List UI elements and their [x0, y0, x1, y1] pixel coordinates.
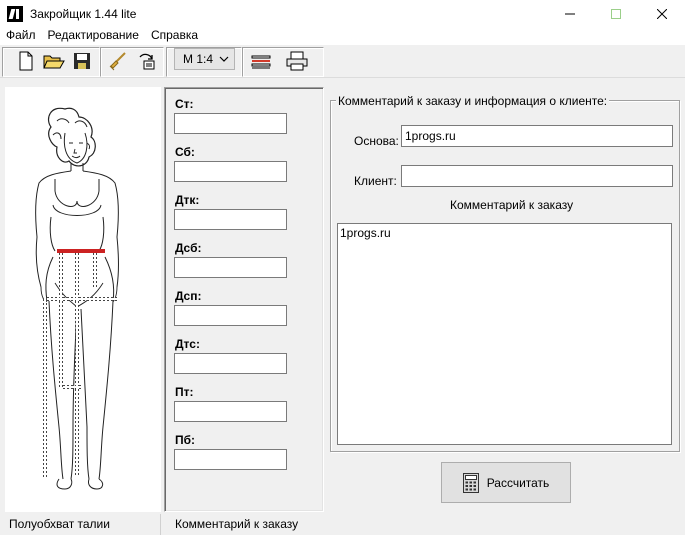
save-file-button[interactable] — [70, 49, 94, 73]
chevron-down-icon — [219, 56, 229, 62]
label-st: Ст: — [175, 97, 194, 111]
minimize-button[interactable] — [547, 0, 593, 27]
maximize-icon — [611, 8, 621, 19]
status-right: Комментарий к заказу — [175, 517, 299, 531]
input-pt[interactable] — [174, 401, 287, 422]
label-pb: Пб: — [175, 433, 196, 447]
comment-heading: Комментарий к заказу — [450, 198, 574, 212]
client-input[interactable] — [401, 165, 673, 187]
maximize-button[interactable] — [593, 0, 639, 27]
measure-pattern-icon — [251, 55, 271, 69]
pattern-button[interactable] — [249, 49, 273, 73]
refresh-icon — [139, 53, 155, 70]
window-controls — [547, 0, 685, 27]
base-input[interactable] — [401, 125, 673, 147]
input-dsb[interactable] — [174, 257, 287, 278]
status-bar: Полуобхват талии Комментарий к заказу — [0, 514, 685, 535]
printer-icon — [286, 51, 308, 71]
input-dtk[interactable] — [174, 209, 287, 230]
recalculate-button[interactable] — [134, 49, 158, 73]
title-bar: Закройщик 1.44 lite — [0, 0, 685, 27]
body-figure-illustration — [35, 107, 119, 490]
label-sb: Сб: — [175, 145, 195, 159]
broom-clear-icon — [109, 52, 126, 71]
input-sb[interactable] — [174, 161, 287, 182]
close-icon — [657, 8, 667, 19]
status-divider — [160, 514, 161, 535]
figure-panel — [5, 87, 161, 512]
calculate-button-label: Рассчитать — [486, 475, 550, 490]
new-file-button[interactable] — [14, 49, 38, 73]
input-dts[interactable] — [174, 353, 287, 374]
close-button[interactable] — [639, 0, 685, 27]
calculate-button[interactable]: Рассчитать — [441, 462, 571, 503]
status-left: Полуобхват талии — [9, 517, 110, 531]
scale-select[interactable]: М 1:4 — [174, 48, 235, 70]
base-label: Основа: — [354, 134, 399, 148]
label-dsb: Дсб: — [175, 241, 202, 255]
open-folder-icon — [43, 55, 65, 69]
clear-button[interactable] — [106, 49, 130, 73]
minimize-icon — [565, 13, 575, 14]
menu-bar: Файл Редактирование Справка — [0, 27, 685, 45]
toolbar — [0, 45, 685, 78]
print-button[interactable] — [285, 49, 309, 73]
calculator-icon — [462, 472, 479, 493]
scale-value: М 1:4 — [183, 52, 214, 66]
save-disk-icon — [74, 53, 90, 69]
client-info-group-title: Комментарий к заказу и информация о клие… — [336, 94, 610, 108]
menu-edit[interactable]: Редактирование — [42, 27, 145, 45]
input-dsp[interactable] — [174, 305, 287, 326]
new-file-icon — [19, 51, 33, 71]
input-st[interactable] — [174, 113, 287, 134]
menu-help[interactable]: Справка — [145, 27, 204, 45]
window-title: Закройщик 1.44 lite — [30, 6, 137, 21]
open-file-button[interactable] — [42, 49, 66, 73]
app-icon[interactable] — [7, 5, 23, 22]
label-dsp: Дсп: — [175, 289, 202, 303]
measurements-panel: Ст: Сб: Дтк: Дсб: Дсп: Дтс: Пт: Пб: — [164, 87, 324, 512]
label-dtk: Дтк: — [175, 193, 200, 207]
client-label: Клиент: — [354, 174, 397, 188]
comment-textarea[interactable]: 1progs.ru — [337, 223, 672, 445]
menu-file[interactable]: Файл — [0, 27, 42, 45]
label-dts: Дтс: — [175, 337, 200, 351]
label-pt: Пт: — [175, 385, 194, 399]
input-pb[interactable] — [174, 449, 287, 470]
